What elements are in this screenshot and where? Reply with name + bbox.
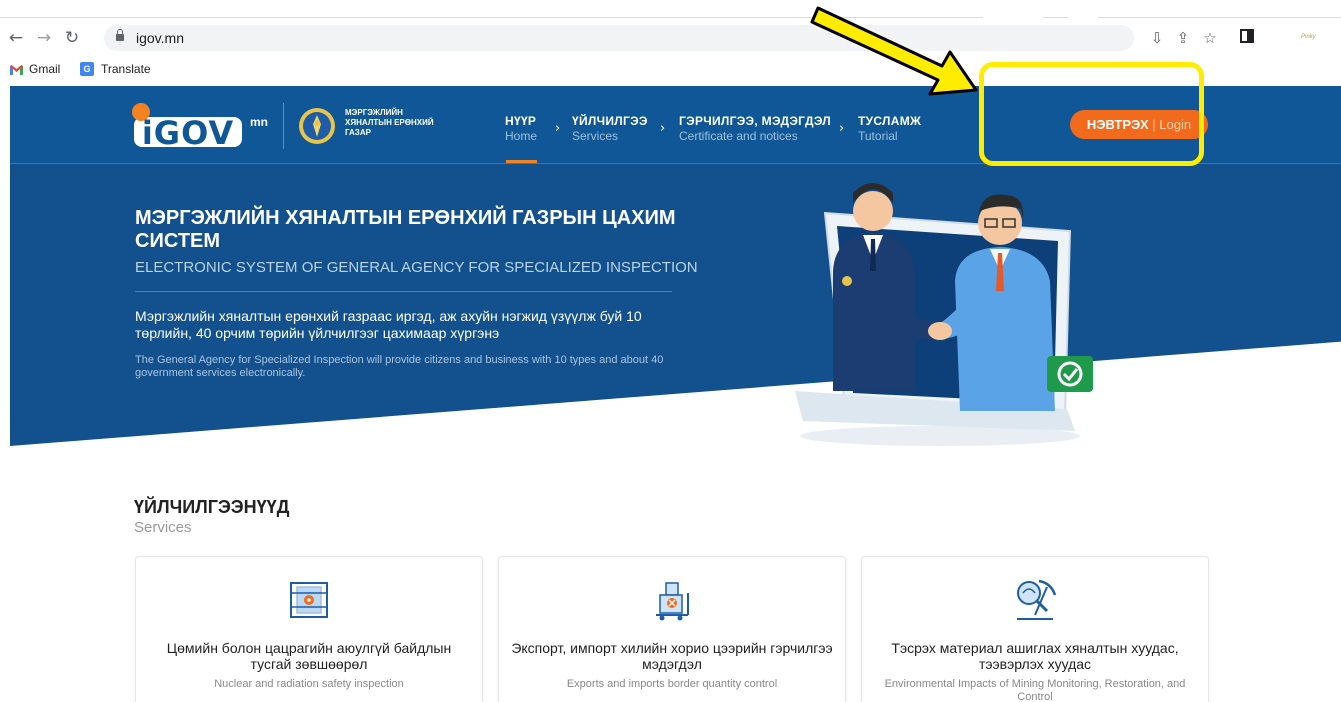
logo-text: iGOV <box>141 114 235 152</box>
profile-avatar[interactable]: Pinky <box>1301 34 1325 44</box>
service-card-nuclear[interactable]: Цөмийн болон цацрагийн аюулгүй байдлын т… <box>135 556 483 702</box>
nav-home-label: НҮҮР <box>505 114 537 128</box>
install-app-icon[interactable]: ⇩ <box>1147 28 1167 48</box>
forward-arrow-icon[interactable]: → <box>34 28 54 48</box>
agency-line: МЭРГЭЖЛИЙН <box>345 108 403 117</box>
service-card-subtitle: Nuclear and radiation safety inspection <box>214 678 404 690</box>
active-nav-indicator <box>506 160 537 163</box>
emblem-icon <box>298 106 336 146</box>
nav-certificates[interactable]: ГЭРЧИЛГЭЭ, МЭДЭГДЭЛ Certificate and noti… <box>679 114 831 143</box>
nav-tutorial[interactable]: ТУСЛАМЖ Tutorial <box>858 114 921 143</box>
chevron-right-icon: › <box>660 121 666 136</box>
bookmark-gmail[interactable]: Gmail <box>29 62 60 76</box>
back-arrow-icon[interactable]: ← <box>6 28 26 48</box>
logo-suffix: mn <box>250 115 268 129</box>
nav-tutorial-label: ТУСЛАМЖ <box>858 114 922 128</box>
chevron-right-icon: › <box>839 121 845 136</box>
service-card-subtitle: Environmental Impacts of Mining Monitori… <box>884 678 1186 702</box>
bookmark-translate[interactable]: Translate <box>101 62 151 76</box>
nav-home[interactable]: НҮҮР Home <box>505 114 537 143</box>
highlight-box <box>979 62 1204 166</box>
nav-services[interactable]: ҮЙЛЧИЛГЭЭ Services <box>572 114 648 143</box>
nav-services-label: ҮЙЛЧИЛГЭЭ <box>572 114 648 128</box>
browser-toolbar: ← → ↻ igov.mn ⇩ ⇪ ☆ Pinky <box>0 22 1341 54</box>
igov-logo[interactable]: iGOV mn <box>130 103 268 152</box>
nav-certificates-sublabel: Certificate and notices <box>679 129 798 143</box>
nav-services-sublabel: Services <box>572 129 619 143</box>
mining-icon <box>1011 575 1059 623</box>
url-text[interactable]: igov.mn <box>136 30 184 46</box>
service-card-title: Тэсрэх материал ашиглах хяналтын хуудас,… <box>891 640 1179 672</box>
cargo-icon <box>648 575 696 623</box>
service-card-title: Экспорт, импорт хилийн хорио цээрийн гэр… <box>511 640 833 672</box>
radiation-icon <box>285 575 333 623</box>
chevron-right-icon: › <box>555 121 561 136</box>
agency-line: ХЯНАЛТЫН ЕРӨНХИЙ <box>345 118 434 127</box>
hero-subtitle: ELECTRONIC SYSTEM OF GENERAL AGENCY FOR … <box>135 259 698 276</box>
logo-divider <box>283 103 284 149</box>
igov-page: iGOV mn МЭРГЭЖЛИЙН ХЯНАЛТЫН ЕРӨНХИЙ ГАЗА… <box>10 62 1341 702</box>
translate-icon: G <box>80 62 94 76</box>
service-card-mining[interactable]: Тэсрэх материал ашиглах хяналтын хуудас,… <box>861 556 1209 702</box>
tab-gap <box>1068 16 1098 19</box>
bookmark-star-icon[interactable]: ☆ <box>1200 28 1220 48</box>
tab-strip-divider <box>0 17 1341 18</box>
reload-icon[interactable]: ↻ <box>62 28 82 48</box>
services-title: ҮЙЛЧИЛГЭЭНҮҮД <box>134 497 290 517</box>
side-panel-icon[interactable] <box>1237 28 1257 48</box>
hero-description: Мэргэжлийн хяналтын ерөнхий газраас иргэ… <box>135 308 642 341</box>
agency-line: ГАЗАР <box>345 128 371 137</box>
hero-title: МЭРГЭЖЛИЙН ХЯНАЛТЫН ЕРӨНХИЙ ГАЗРЫН ЦАХИМ… <box>135 207 676 252</box>
lock-icon[interactable] <box>116 29 124 42</box>
hero-divider <box>135 291 672 292</box>
nav-tutorial-sublabel: Tutorial <box>858 129 898 143</box>
share-icon[interactable]: ⇪ <box>1173 28 1193 48</box>
handshake-illustration <box>775 181 1105 451</box>
service-card-export[interactable]: Экспорт, импорт хилийн хорио цээрийн гэр… <box>498 556 846 702</box>
nav-certificates-label: ГЭРЧИЛГЭЭ, МЭДЭГДЭЛ <box>679 114 831 128</box>
services-subtitle: Services <box>134 519 192 536</box>
service-card-subtitle: Exports and imports border quantity cont… <box>566 678 778 690</box>
annotation-arrow-icon <box>810 6 978 96</box>
gmail-icon <box>10 64 23 75</box>
agency-name: МЭРГЭЖЛИЙН ХЯНАЛТЫН ЕРӨНХИЙ ГАЗАР <box>345 108 465 138</box>
service-card-title: Цөмийн болон цацрагийн аюулгүй байдлын т… <box>166 640 452 672</box>
nav-home-sublabel: Home <box>505 129 538 143</box>
hero-description-en: The General Agency for Specialized Inspe… <box>135 354 664 379</box>
